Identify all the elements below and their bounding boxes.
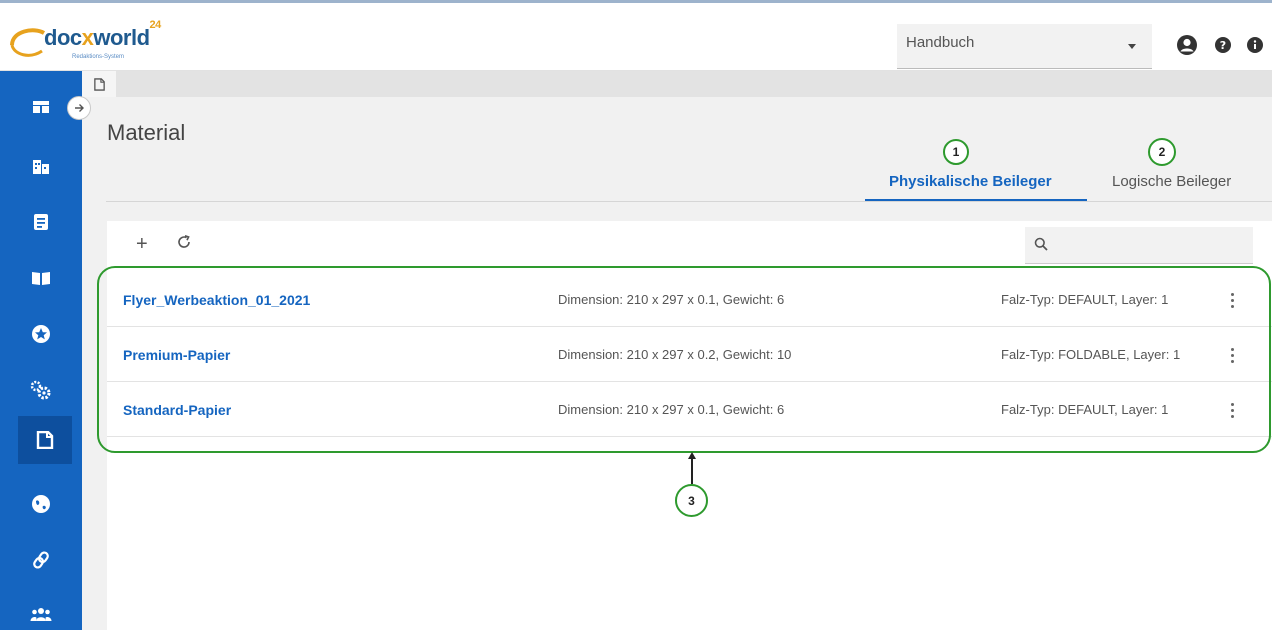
logo-swoosh-icon (10, 28, 46, 57)
logo-subtitle: Redaktions-System (72, 54, 125, 60)
chevron-down-icon (1128, 44, 1136, 49)
svg-text:?: ? (1220, 39, 1226, 52)
sidebar-item-users[interactable] (0, 590, 82, 638)
annotation-arrow (691, 456, 693, 484)
book-icon (32, 272, 50, 285)
material-icon (36, 431, 54, 449)
sidebar-expand-button[interactable] (67, 96, 91, 120)
refresh-icon (178, 235, 190, 248)
manual-select-value: Handbuch (906, 34, 975, 51)
sidebar-item-favorites[interactable] (0, 310, 82, 358)
tab-physikalische-beileger[interactable]: Physikalische Beileger (889, 173, 1052, 190)
dashboard-icon (33, 101, 49, 113)
users-icon (30, 608, 52, 621)
page-title: Material (107, 120, 186, 145)
building-icon (33, 160, 49, 174)
link-icon (33, 551, 49, 569)
sidebar-item-documents[interactable] (0, 198, 82, 246)
info-icon[interactable] (1247, 37, 1263, 58)
annotation-highlight-box (97, 266, 1271, 453)
document-tab[interactable] (82, 71, 116, 97)
account-circle-icon[interactable] (1176, 34, 1198, 61)
arrow-right-icon (75, 104, 84, 112)
globe-icon (32, 495, 50, 513)
help-icon[interactable]: ? (1215, 37, 1231, 58)
material-icon (93, 77, 105, 91)
sidebar-item-buildings[interactable] (0, 142, 82, 190)
refresh-button[interactable] (176, 234, 192, 255)
annotation-marker-2: 2 (1148, 138, 1176, 166)
annotation-arrowhead (688, 452, 696, 459)
sidebar-item-material[interactable] (18, 416, 72, 464)
sidebar-item-manual[interactable] (0, 254, 82, 302)
search-icon (1034, 237, 1048, 251)
tab-logische-beileger[interactable]: Logische Beileger (1112, 173, 1231, 190)
sidebar-item-links[interactable] (0, 536, 82, 584)
manual-select[interactable]: Handbuch (897, 24, 1152, 69)
settings-icon (30, 380, 51, 400)
annotation-marker-1: 1 (943, 139, 969, 165)
document-tab-strip (82, 71, 1272, 98)
document-icon (34, 214, 48, 230)
search-input[interactable] (1025, 227, 1253, 264)
app-header: docxworld24 Redaktions-System Handbuch ? (0, 3, 1272, 71)
logo-wordmark: docxworld24 (44, 18, 161, 50)
sidebar-item-settings[interactable] (0, 366, 82, 414)
annotation-marker-3: 3 (675, 484, 708, 517)
sidebar (0, 71, 82, 630)
add-button[interactable]: + (136, 233, 148, 256)
star-icon (32, 325, 50, 343)
docxworld-logo[interactable]: docxworld24 Redaktions-System (8, 18, 198, 65)
tabs-divider (106, 201, 1272, 202)
sidebar-item-web[interactable] (0, 480, 82, 528)
